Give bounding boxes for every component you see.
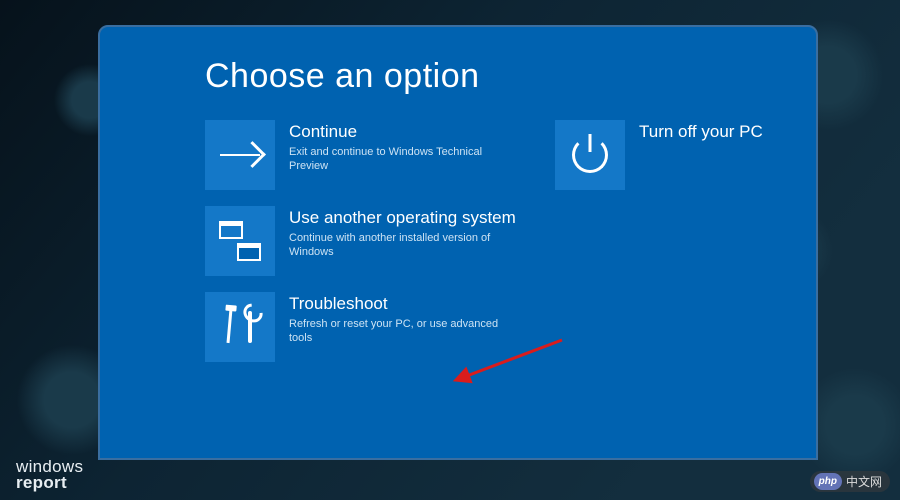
- use-another-text: Use another operating system Continue wi…: [275, 206, 516, 276]
- page-title: Choose an option: [205, 57, 816, 96]
- power-icon: [555, 120, 625, 190]
- use-another-os-tile[interactable]: Use another operating system Continue wi…: [205, 206, 545, 276]
- turnoff-title: Turn off your PC: [639, 122, 763, 142]
- watermark-windowsreport: windows report: [16, 459, 83, 490]
- arrow-right-icon: [205, 120, 275, 190]
- troubleshoot-tile[interactable]: Troubleshoot Refresh or reset your PC, o…: [205, 292, 545, 362]
- troubleshoot-desc: Refresh or reset your PC, or use advance…: [289, 317, 509, 346]
- windows-stack-icon: [205, 206, 275, 276]
- watermark-phpcn: php 中文网: [810, 471, 890, 492]
- troubleshoot-title: Troubleshoot: [289, 294, 509, 314]
- troubleshoot-text: Troubleshoot Refresh or reset your PC, o…: [275, 292, 509, 362]
- options-grid: Continue Exit and continue to Windows Te…: [205, 120, 816, 362]
- php-badge: php: [814, 473, 842, 490]
- continue-desc: Exit and continue to Windows Technical P…: [289, 145, 509, 174]
- tools-icon: [205, 292, 275, 362]
- use-another-title: Use another operating system: [289, 208, 516, 228]
- continue-text: Continue Exit and continue to Windows Te…: [275, 120, 509, 190]
- watermark-line2: report: [16, 473, 67, 492]
- turnoff-text: Turn off your PC: [625, 120, 763, 190]
- continue-tile[interactable]: Continue Exit and continue to Windows Te…: [205, 120, 545, 190]
- recovery-environment-panel: Choose an option Continue Exit and conti…: [98, 25, 818, 460]
- turnoff-tile[interactable]: Turn off your PC: [555, 120, 835, 190]
- phpcn-text: 中文网: [846, 473, 882, 490]
- use-another-desc: Continue with another installed version …: [289, 231, 509, 260]
- continue-title: Continue: [289, 122, 509, 142]
